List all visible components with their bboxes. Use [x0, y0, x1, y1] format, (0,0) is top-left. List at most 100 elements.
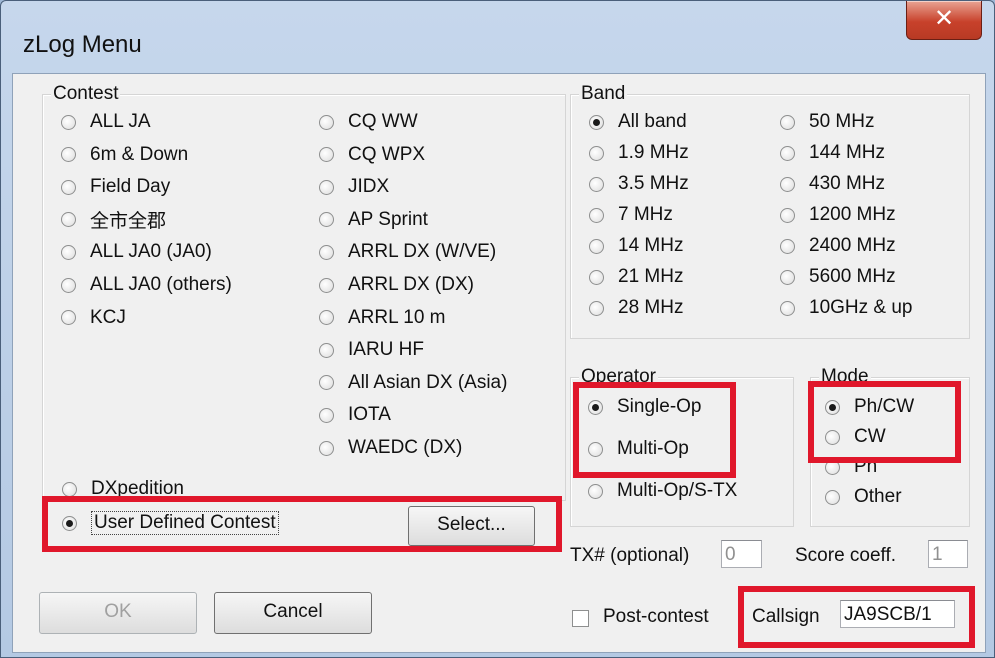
radio-icon [61, 179, 76, 195]
radio-icon [780, 114, 795, 130]
radio-icon [825, 429, 840, 445]
radio-option[interactable]: 14 MHz [589, 231, 683, 261]
radio-option-label: 2400 MHz [809, 235, 896, 256]
score-input[interactable]: 1 [928, 540, 968, 568]
radio-option[interactable]: IARU HF [319, 335, 424, 365]
radio-selected-icon [588, 399, 603, 415]
radio-option[interactable]: 7 MHz [589, 200, 673, 230]
radio-option[interactable]: ALL JA0 (others) [61, 270, 232, 300]
radio-option[interactable]: KCJ [61, 303, 126, 333]
radio-option-label: ALL JA0 (JA0) [90, 241, 212, 263]
radio-option-label: Ph [854, 456, 878, 477]
radio-option[interactable]: IOTA [319, 400, 391, 430]
radio-option[interactable]: 28 MHz [589, 293, 683, 323]
radio-selected-icon [589, 114, 604, 130]
tx-input[interactable]: 0 [721, 540, 762, 568]
radio-icon [780, 176, 795, 192]
radio-option-label: 21 MHz [618, 266, 684, 287]
radio-option[interactable]: 50 MHz [780, 107, 874, 137]
operator-group: Operator Single-Op Multi-Op Multi-Op/S-TX [570, 366, 794, 527]
radio-option[interactable]: ARRL DX (DX) [319, 270, 474, 300]
callsign-label: Callsign [752, 606, 820, 627]
radio-option[interactable]: Ph [825, 452, 877, 482]
radio-option[interactable]: 10GHz & up [780, 293, 913, 323]
radio-icon [780, 207, 795, 223]
radio-option[interactable]: 2400 MHz [780, 231, 896, 261]
radio-icon [780, 145, 795, 161]
radio-icon [319, 212, 334, 228]
radio-icon [589, 207, 604, 223]
radio-option[interactable]: CQ WPX [319, 140, 425, 170]
radio-icon [589, 145, 604, 161]
radio-icon [588, 441, 603, 457]
radio-icon [589, 269, 604, 285]
radio-option[interactable]: 5600 MHz [780, 262, 896, 292]
radio-option[interactable]: Other [825, 482, 902, 512]
cancel-button[interactable]: Cancel [214, 592, 372, 634]
radio-option[interactable]: ARRL 10 m [319, 303, 446, 333]
radio-option[interactable]: 1200 MHz [780, 200, 896, 230]
radio-option[interactable]: JIDX [319, 172, 389, 202]
radio-option[interactable]: 3.5 MHz [589, 169, 689, 199]
radio-option-label: JIDX [348, 176, 390, 198]
radio-option-label: 6m & Down [90, 143, 189, 165]
radio-option[interactable]: Multi-Op/S-TX [588, 476, 737, 506]
radio-option[interactable]: Ph/CW [825, 392, 914, 422]
radio-option-label: 1.9 MHz [618, 142, 689, 163]
radio-option-label: ARRL 10 m [348, 306, 446, 328]
radio-option[interactable]: 21 MHz [589, 262, 683, 292]
radio-option-label: Single-Op [617, 396, 702, 417]
radio-icon [62, 481, 77, 497]
radio-icon [319, 310, 334, 326]
radio-option[interactable]: All band [589, 107, 687, 137]
radio-option[interactable]: All Asian DX (Asia) [319, 368, 507, 398]
radio-option[interactable]: Multi-Op [588, 434, 689, 464]
radio-option[interactable]: 6m & Down [61, 140, 188, 170]
contest-option-user-defined[interactable]: User Defined Contest [62, 508, 279, 538]
radio-option[interactable]: CQ WW [319, 107, 418, 137]
radio-option[interactable]: AP Sprint [319, 205, 428, 235]
radio-icon [589, 300, 604, 316]
radio-option[interactable]: 430 MHz [780, 169, 885, 199]
score-label: Score coeff. [795, 545, 897, 566]
operator-group-label: Operator [579, 366, 658, 388]
radio-option-label: WAEDC (DX) [348, 437, 463, 458]
radio-icon [825, 459, 840, 475]
title-bar[interactable]: zLog Menu ✕ [1, 1, 994, 73]
radio-icon [61, 212, 76, 228]
select-button[interactable]: Select... [408, 506, 535, 546]
radio-option[interactable]: ALL JA0 (JA0) [61, 237, 212, 267]
radio-option[interactable]: CW [825, 422, 886, 452]
tx-label: TX# (optional) [570, 545, 690, 566]
radio-option[interactable]: 144 MHz [780, 138, 885, 168]
ok-button[interactable]: OK [39, 592, 197, 634]
radio-option-label: 28 MHz [618, 297, 684, 318]
radio-option-label: Multi-Op/S-TX [617, 480, 738, 501]
band-group-label: Band [579, 83, 628, 105]
radio-option-label: 50 MHz [809, 111, 875, 132]
radio-option-label: AP Sprint [348, 208, 428, 230]
radio-option-label: 430 MHz [809, 173, 886, 194]
callsign-input[interactable]: JA9SCB/1 [840, 600, 955, 628]
radio-selected-icon [62, 515, 77, 531]
mode-group-label: Mode [819, 366, 871, 388]
radio-option[interactable]: WAEDC (DX) [319, 433, 462, 463]
post-contest-checkbox[interactable] [572, 610, 589, 627]
radio-option-label: 全市全郡 [90, 211, 167, 233]
radio-option-label: 3.5 MHz [618, 173, 689, 194]
contest-option-dxpedition[interactable]: DXpedition [62, 474, 184, 504]
contest-group-label: Contest [51, 83, 121, 105]
radio-option[interactable]: ARRL DX (W/VE) [319, 237, 496, 267]
radio-icon [319, 147, 334, 163]
radio-option-label: 144 MHz [809, 142, 886, 163]
radio-option[interactable]: ALL JA [61, 107, 151, 137]
radio-icon [780, 238, 795, 254]
mode-group: Mode Ph/CW CW Ph Other [810, 366, 970, 527]
close-icon[interactable]: ✕ [906, 1, 982, 40]
radio-icon [589, 176, 604, 192]
radio-option[interactable]: Field Day [61, 172, 170, 202]
radio-option[interactable]: 1.9 MHz [589, 138, 689, 168]
radio-option[interactable]: Single-Op [588, 392, 702, 422]
radio-option[interactable]: 全市全郡 [61, 205, 166, 235]
radio-icon [319, 342, 334, 358]
